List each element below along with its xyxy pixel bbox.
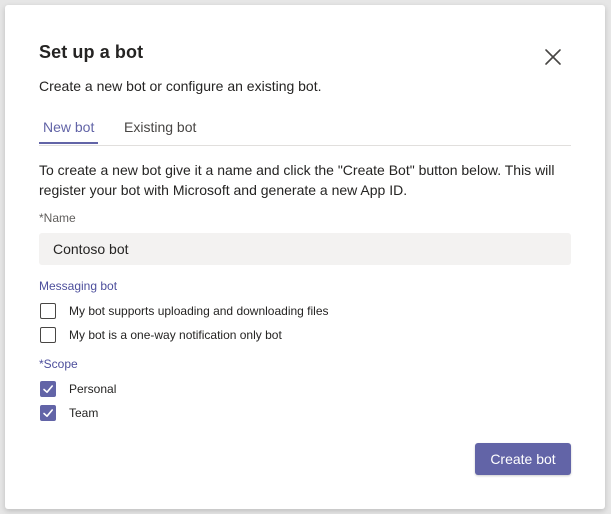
checkmark-icon — [43, 409, 53, 417]
dialog-title: Set up a bot — [39, 42, 144, 62]
setup-bot-dialog: Set up a bot Create a new bot or configu… — [5, 5, 605, 509]
description-text: To create a new bot give it a name and c… — [39, 162, 555, 198]
bot-name-input[interactable] — [39, 233, 571, 265]
create-bot-button[interactable]: Create bot — [475, 443, 571, 475]
team-checkbox[interactable] — [40, 405, 56, 421]
upload-files-checkbox[interactable] — [40, 303, 56, 319]
team-label: Team — [69, 406, 99, 420]
personal-label: Personal — [69, 382, 117, 396]
messaging-bot-label: Messaging bot — [39, 279, 118, 293]
checkmark-icon — [43, 385, 53, 393]
tab-new-bot[interactable]: New bot — [38, 119, 99, 144]
personal-checkbox[interactable] — [40, 381, 56, 397]
scope-label: *Scope — [39, 357, 78, 371]
checkbox-row-personal[interactable]: Personal — [40, 380, 116, 398]
notification-only-checkbox[interactable] — [40, 327, 56, 343]
checkbox-row-upload-files[interactable]: My bot supports uploading and downloadin… — [40, 302, 329, 320]
checkbox-row-notification-only[interactable]: My bot is a one-way notification only bo… — [40, 326, 282, 344]
name-label: *Name — [39, 211, 76, 225]
dialog-subtitle: Create a new bot or configure an existin… — [39, 78, 322, 94]
tab-bar: New bot Existing bot — [38, 117, 571, 146]
close-button[interactable] — [541, 45, 565, 69]
upload-files-label: My bot supports uploading and downloadin… — [69, 304, 329, 318]
notification-only-label: My bot is a one-way notification only bo… — [69, 328, 282, 342]
close-icon — [545, 49, 561, 65]
tab-existing-bot[interactable]: Existing bot — [124, 119, 196, 143]
checkbox-row-team[interactable]: Team — [40, 404, 98, 422]
